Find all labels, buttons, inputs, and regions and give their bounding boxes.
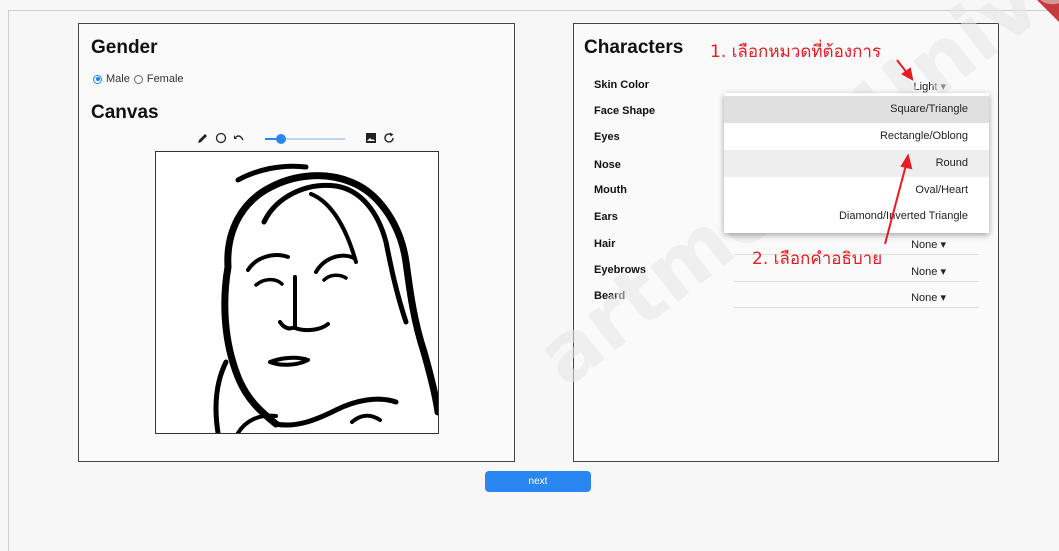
annotation-arrows bbox=[884, 59, 914, 245]
next-button[interactable]: next bbox=[485, 471, 591, 492]
arrow-to-round-icon bbox=[884, 164, 907, 245]
